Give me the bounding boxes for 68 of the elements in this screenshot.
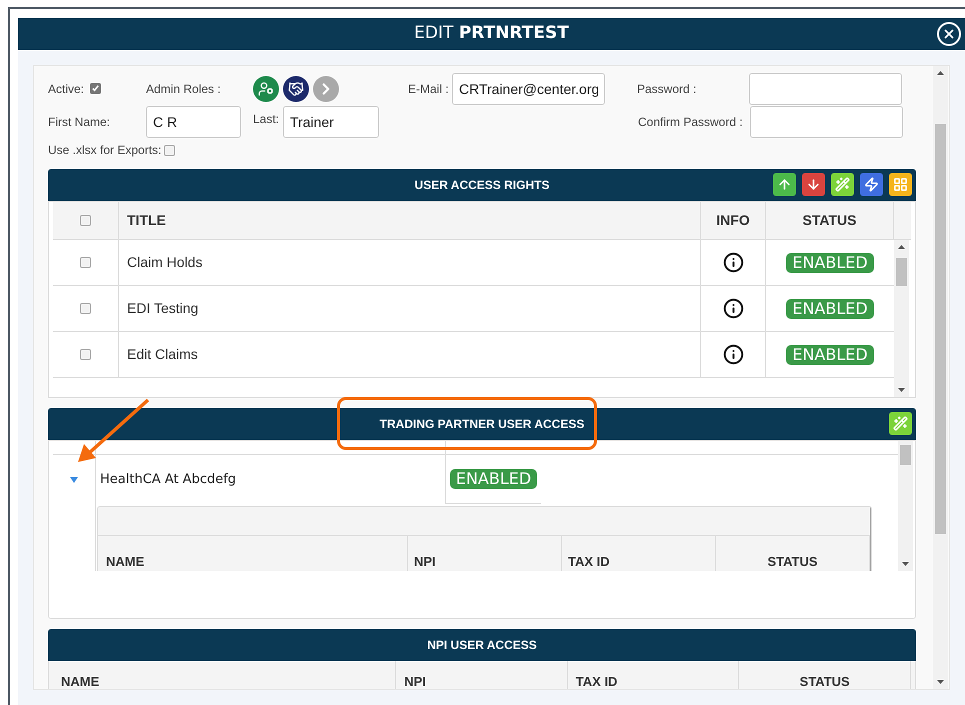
scroll-down-icon[interactable] [902, 562, 909, 566]
column-header: NPI [404, 675, 426, 689]
checkbox[interactable] [80, 257, 91, 268]
scrollbar-thumb[interactable] [935, 124, 946, 534]
first-name-label: First Name: [48, 114, 112, 130]
section-title: TRADING PARTNER USER ACCESS [380, 416, 584, 433]
info-icon[interactable] [722, 252, 744, 273]
admin-user-icon[interactable] [253, 76, 279, 102]
section-title: NPI USER ACCESS [427, 637, 537, 654]
column-header: NPI [414, 555, 436, 569]
scrollbar[interactable] [898, 441, 913, 571]
password-field[interactable] [749, 72, 902, 104]
table-cell-text: EDI Testing [127, 299, 198, 318]
scrollbar[interactable] [933, 66, 948, 689]
xlsx-label: Use .xlsx for Exports: [48, 142, 162, 159]
grid-icon[interactable] [889, 173, 912, 196]
password-label: Password : [637, 80, 698, 98]
last-name-field[interactable]: Trainer [283, 106, 379, 138]
scrollbar-thumb[interactable] [896, 258, 907, 286]
scrollbar-thumb[interactable] [900, 445, 911, 465]
table-cell-text: Edit Claims [127, 345, 198, 364]
status-label: ENABLED [786, 298, 874, 318]
status-label: ENABLED [786, 252, 874, 272]
email-field[interactable]: CRTrainer@center.org [452, 72, 605, 104]
column-header: TAX ID [568, 555, 610, 569]
handshake-icon[interactable] [283, 76, 309, 102]
active-label: Active: [48, 80, 86, 98]
admin-roles-label: Admin Roles : [146, 80, 222, 98]
first-name-field[interactable]: C R [146, 106, 241, 138]
scroll-down-icon[interactable] [937, 680, 944, 684]
email-label: E-Mail : [408, 80, 450, 98]
status-label: ENABLED [450, 469, 538, 489]
table-cell-text: Claim Holds [127, 253, 202, 272]
confirm-password-label: Confirm Password : [638, 114, 744, 130]
column-header: STATUS [767, 555, 818, 569]
checkbox[interactable] [80, 303, 91, 314]
partner-name: HealthCA At Abcdefg [100, 470, 236, 489]
upload-icon[interactable] [773, 173, 796, 196]
info-icon[interactable] [722, 298, 744, 319]
lightning-icon[interactable] [860, 173, 883, 196]
info-icon[interactable] [722, 344, 744, 365]
column-header: NAME [106, 555, 144, 569]
dialog-title: EDIT PRTNRTEST [414, 22, 569, 46]
status-label: ENABLED [786, 344, 874, 364]
checkbox[interactable] [164, 144, 176, 156]
scroll-up-icon[interactable] [898, 245, 905, 249]
column-header: STATUS [802, 211, 856, 230]
checkbox[interactable] [80, 349, 91, 360]
scrollbar[interactable] [894, 240, 909, 397]
checkbox[interactable] [90, 83, 101, 94]
scrollbar[interactable] [870, 507, 871, 571]
download-icon[interactable] [802, 173, 825, 196]
column-header: TAX ID [576, 675, 618, 689]
column-header: STATUS [800, 675, 850, 689]
checkbox[interactable] [80, 215, 91, 226]
scroll-up-icon[interactable] [937, 71, 944, 75]
last-name-label: Last: [253, 111, 280, 128]
magic-wand-icon[interactable] [831, 173, 854, 196]
expand-toggle[interactable] [70, 476, 78, 484]
section-title: USER ACCESS RIGHTS [414, 177, 550, 194]
column-header: NAME [61, 675, 100, 689]
confirm-password-field[interactable] [750, 106, 903, 138]
column-header: INFO [716, 211, 750, 230]
close-icon [942, 27, 956, 41]
column-header: TITLE [127, 211, 166, 230]
scroll-down-icon[interactable] [898, 388, 905, 392]
magic-wand-icon[interactable] [889, 412, 912, 435]
close-button[interactable] [937, 22, 961, 46]
